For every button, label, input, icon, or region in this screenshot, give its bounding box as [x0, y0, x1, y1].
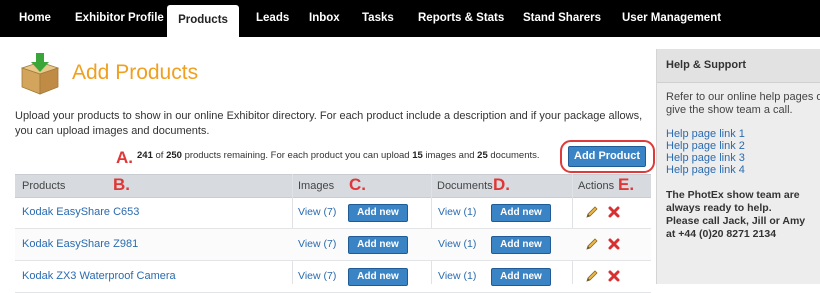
nav-item-leads[interactable]: Leads: [256, 0, 289, 37]
sidebar-contact-line: at +44 (0)20 8271 2134: [666, 228, 777, 240]
table-row: Kodak EasyShare C653 View (7) Add new Vi…: [15, 197, 651, 229]
sidebar-contact-text: The PhotEx show team are always ready to…: [666, 189, 805, 241]
help-support-sidebar: Help & Support Refer to our online help …: [656, 49, 820, 284]
help-page-link[interactable]: Help page link 3: [666, 152, 745, 164]
add-new-image-button[interactable]: Add new: [348, 236, 408, 254]
view-documents-link[interactable]: View (1): [438, 197, 476, 228]
remaining-docs-word: documents.: [490, 150, 540, 161]
view-documents-link[interactable]: View (1): [438, 261, 476, 292]
table-header: Products Images Documents Actions: [15, 174, 651, 198]
add-new-image-button[interactable]: Add new: [348, 268, 408, 286]
pencil-icon[interactable]: [585, 205, 599, 219]
sidebar-contact-line: The PhotEx show team are: [666, 189, 800, 201]
product-box-icon: [18, 52, 62, 96]
product-name-link[interactable]: Kodak EasyShare C653: [22, 197, 139, 228]
marker-e: E.: [618, 175, 635, 194]
marker-a: A.: [116, 148, 133, 167]
header-images: Images: [298, 180, 335, 192]
remaining-of: of: [155, 150, 164, 161]
products-remaining-text: 241 of 250 products remaining. For each …: [137, 150, 540, 161]
nav-item-user-management[interactable]: User Management: [622, 0, 721, 37]
nav-item-home[interactable]: Home: [19, 0, 51, 37]
header-documents: Documents: [437, 180, 493, 192]
page-title: Add Products: [72, 61, 199, 84]
add-new-document-button[interactable]: Add new: [491, 204, 551, 222]
sidebar-contact-line: always ready to help.: [666, 202, 772, 214]
nav-item-reports-stats[interactable]: Reports & Stats: [418, 0, 504, 37]
marker-b: B.: [113, 175, 130, 194]
marker-d: D.: [493, 175, 510, 194]
product-name-link[interactable]: Kodak ZX3 Waterproof Camera: [22, 261, 176, 292]
products-used-count: 241: [137, 150, 153, 161]
remaining-mid: products remaining. For each product you…: [184, 150, 410, 161]
nav-item-exhibitor-profile[interactable]: Exhibitor Profile: [75, 0, 164, 37]
help-page-link[interactable]: Help page link 4: [666, 164, 745, 176]
nav-item-products[interactable]: Products: [167, 5, 239, 37]
intro-text: Upload your products to show in our onli…: [15, 110, 643, 137]
delete-x-icon[interactable]: [607, 237, 621, 251]
pencil-icon[interactable]: [585, 237, 599, 251]
images-limit: 15: [412, 150, 423, 161]
nav-item-stand-sharers[interactable]: Stand Sharers: [523, 0, 601, 37]
help-page-link[interactable]: Help page link 1: [666, 128, 745, 140]
delete-x-icon[interactable]: [607, 205, 621, 219]
sidebar-title: Help & Support: [666, 59, 747, 71]
pencil-icon[interactable]: [585, 269, 599, 283]
view-documents-link[interactable]: View (1): [438, 229, 476, 260]
nav-item-inbox[interactable]: Inbox: [309, 0, 340, 37]
help-page-link[interactable]: Help page link 2: [666, 140, 745, 152]
remaining-images-word: images and: [425, 150, 475, 161]
add-new-image-button[interactable]: Add new: [348, 204, 408, 222]
sidebar-help-text: Refer to our online help pages or give t…: [666, 91, 820, 117]
add-new-document-button[interactable]: Add new: [491, 268, 551, 286]
header-actions: Actions: [578, 180, 615, 192]
table-row: Kodak EasyShare Z981 View (7) Add new Vi…: [15, 229, 651, 261]
marker-c: C.: [349, 175, 366, 194]
add-product-button[interactable]: Add Product: [568, 146, 646, 167]
documents-limit: 25: [477, 150, 488, 161]
sidebar-contact-line: Please call Jack, Jill or Amy: [666, 215, 806, 227]
top-nav: Home Exhibitor Profile Products Leads In…: [0, 0, 820, 37]
sidebar-help-text-line: Refer to our online help pages or: [666, 91, 820, 103]
view-images-link[interactable]: View (7): [298, 197, 336, 228]
products-total-count: 250: [166, 150, 182, 161]
nav-item-tasks[interactable]: Tasks: [362, 0, 394, 37]
view-images-link[interactable]: View (7): [298, 261, 336, 292]
product-name-link[interactable]: Kodak EasyShare Z981: [22, 229, 138, 260]
sidebar-header: Help & Support: [657, 49, 820, 83]
add-new-document-button[interactable]: Add new: [491, 236, 551, 254]
table-row: Kodak ZX3 Waterproof Camera View (7) Add…: [15, 261, 651, 293]
sidebar-help-text-line: give the show team a call.: [666, 104, 793, 116]
view-images-link[interactable]: View (7): [298, 229, 336, 260]
header-products: Products: [22, 180, 66, 192]
delete-x-icon[interactable]: [607, 269, 621, 283]
